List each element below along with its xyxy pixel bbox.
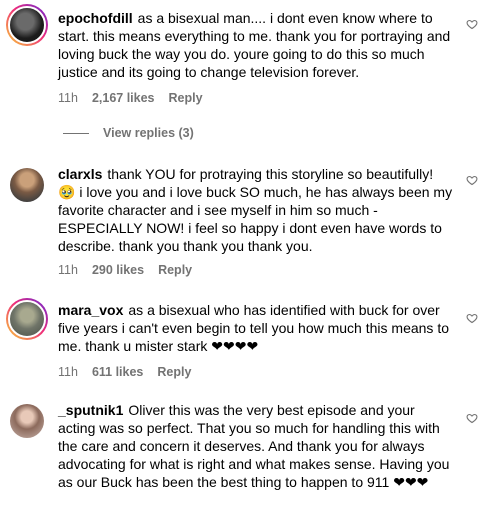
comment-likes[interactable]: 611 likes <box>92 365 143 379</box>
avatar[interactable] <box>6 4 48 46</box>
reply-button[interactable]: Reply <box>169 91 203 105</box>
heart-icon[interactable] <box>466 174 478 186</box>
heart-icon[interactable] <box>466 18 478 30</box>
replies-divider <box>63 132 89 134</box>
comment-text: mara_vox as a bisexual who has identified… <box>58 301 454 355</box>
comment-text: clarxls thank YOU for protraying this sto… <box>58 165 454 255</box>
reply-button[interactable]: Reply <box>158 263 192 277</box>
reply-button[interactable]: Reply <box>157 365 191 379</box>
comment-time: 11h <box>58 365 78 379</box>
comment-likes[interactable]: 2,167 likes <box>92 91 155 105</box>
comment-username[interactable]: clarxls <box>58 166 102 182</box>
comment-username[interactable]: _sputnik1 <box>58 402 123 418</box>
view-replies-button[interactable]: View replies (3) <box>63 125 194 141</box>
comment-username[interactable]: epochofdill <box>58 10 133 26</box>
comment-body: thank YOU for protraying this storyline … <box>107 166 434 182</box>
heart-icon[interactable] <box>466 412 478 424</box>
view-replies-label: View replies (3) <box>103 126 194 140</box>
comment-time: 11h <box>58 263 78 277</box>
avatar[interactable] <box>6 400 48 442</box>
heart-icon[interactable] <box>466 312 478 324</box>
comment-text: epochofdill as a bisexual man.... i dont … <box>58 9 454 81</box>
comment-meta: 11h 290 likes Reply <box>58 262 206 278</box>
comment-likes[interactable]: 290 likes <box>92 263 144 277</box>
comment-body-continued: i love you and i love buck SO much, he h… <box>58 184 453 254</box>
comment-meta: 11h 2,167 likes Reply <box>58 90 217 106</box>
avatar[interactable] <box>6 298 48 340</box>
comment-meta: 11h 611 likes Reply <box>58 364 205 380</box>
pleading-face-emoji: 🥹 <box>58 184 76 200</box>
comment-text: _sputnik1 Oliver this was the very best e… <box>58 401 454 491</box>
comment-time: 11h <box>58 91 78 105</box>
avatar[interactable] <box>6 164 48 206</box>
comment-username[interactable]: mara_vox <box>58 302 123 318</box>
